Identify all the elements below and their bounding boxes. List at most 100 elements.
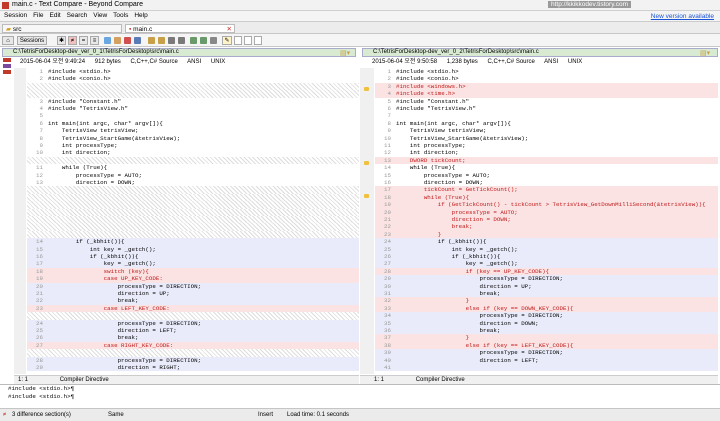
code-line[interactable] [27, 90, 359, 98]
right-lang[interactable]: C,C++,C# Source [487, 59, 534, 65]
code-line[interactable]: 34 processType = DIRECTION; [375, 312, 718, 320]
code-line[interactable]: 16 direction = DOWN; [375, 179, 718, 186]
diff-arrow-icon[interactable] [364, 87, 369, 91]
code-line[interactable]: 10 int direction; [27, 149, 359, 156]
code-line[interactable]: 13 DWORD tickCount; [375, 156, 718, 165]
find-next-icon[interactable] [178, 37, 185, 44]
code-line[interactable]: 18 switch (key){ [27, 267, 359, 276]
code-line[interactable]: 15 processType = AUTO; [375, 172, 718, 179]
reload-icon[interactable] [210, 37, 217, 44]
code-line[interactable] [27, 82, 359, 91]
code-line[interactable]: 12 int direction; [375, 149, 718, 156]
code-line[interactable]: 24 if (_kbhit()){ [375, 238, 718, 246]
context-button[interactable]: ≡ [90, 36, 99, 45]
whitespace-button[interactable] [234, 36, 242, 45]
tab-main-c[interactable]: ▪ main.c ✕ [125, 24, 235, 33]
code-line[interactable]: 18 while (True){ [375, 193, 718, 202]
code-line[interactable]: 6 #include "TetrisView.h" [375, 105, 718, 112]
menu-view[interactable]: View [93, 12, 107, 19]
edit-toggle-button[interactable]: ✎ [222, 36, 232, 45]
code-line[interactable]: 22 break; [375, 223, 718, 231]
code-line[interactable]: 1 #include <stdio.h> [27, 68, 359, 75]
code-line[interactable]: 9 TetrisView tetrisView; [375, 127, 718, 134]
code-line[interactable]: 12 processType = AUTO; [27, 172, 359, 179]
code-line[interactable]: 13 direction = DOWN; [27, 179, 359, 186]
code-line[interactable] [27, 230, 359, 239]
format-icon[interactable] [114, 37, 121, 44]
menu-file[interactable]: File [33, 12, 43, 19]
code-line[interactable]: 25 direction = LEFT; [27, 327, 359, 335]
code-line[interactable]: 17 key = _getch(); [27, 260, 359, 268]
code-line[interactable]: 37 } [375, 334, 718, 342]
tab-src[interactable]: ▰ src [2, 24, 122, 33]
code-line[interactable]: 40 direction = LEFT; [375, 356, 718, 364]
right-path-bar[interactable]: C:\TetrisForDesktop-dev_ver_0_2\TetrisFo… [362, 48, 718, 57]
swap-sides-icon[interactable] [200, 37, 207, 44]
left-folder-icon[interactable]: ▤▾ [340, 49, 350, 57]
right-eol[interactable]: UNIX [568, 59, 582, 65]
code-line[interactable]: 5 [27, 112, 359, 119]
menu-edit[interactable]: Edit [50, 12, 61, 19]
code-line[interactable]: 8 TetrisView_StartGame(&tetrisView); [27, 135, 359, 142]
code-line[interactable]: 14 while (True){ [375, 164, 718, 171]
code-line[interactable]: 21 direction = UP; [27, 290, 359, 298]
swap-icon[interactable] [190, 37, 197, 44]
code-line[interactable]: 10 TetrisView_StartGame(&tetrisView); [375, 135, 718, 142]
code-line[interactable]: 23 case LEFT_KEY_CODE: [27, 304, 359, 313]
code-line[interactable]: 31 break; [375, 290, 718, 298]
code-line[interactable] [27, 223, 359, 231]
code-line[interactable]: 24 processType = DIRECTION; [27, 319, 359, 327]
code-line[interactable]: 39 processType = DIRECTION; [375, 349, 718, 357]
code-line[interactable]: 28 processType = DIRECTION; [27, 356, 359, 364]
save-icon[interactable] [134, 37, 141, 44]
same-filter-button[interactable]: = [79, 36, 88, 45]
code-line[interactable]: 30 direction = UP; [375, 282, 718, 290]
right-text-pane[interactable]: 1 #include <stdio.h> 2 #include <conio.h> 3 #… [375, 68, 718, 374]
code-line[interactable]: 17 tickCount = GetTickCount(); [375, 186, 718, 194]
close-icon[interactable]: ✕ [227, 25, 232, 34]
code-line[interactable]: 41 [375, 364, 718, 372]
code-line[interactable] [27, 312, 359, 320]
menu-help[interactable]: Help [134, 12, 147, 19]
code-line[interactable]: 32 } [375, 297, 718, 305]
code-line[interactable]: 26 if (_kbhit()){ [375, 253, 718, 261]
code-line[interactable]: 33 else if (key == DOWN_KEY_CODE){ [375, 304, 718, 313]
code-line[interactable] [27, 156, 359, 165]
next-diff-icon[interactable] [158, 37, 165, 44]
code-line[interactable]: 27 case RIGHT_KEY_CODE: [27, 341, 359, 350]
code-line[interactable]: 20 processType = DIRECTION; [27, 282, 359, 290]
code-line[interactable]: 14 if (_kbhit()){ [27, 238, 359, 246]
code-line[interactable] [27, 201, 359, 209]
binoculars-icon[interactable] [168, 37, 175, 44]
overview-thumbnail[interactable] [3, 58, 11, 78]
line-details-pane[interactable]: #include <stdio.h>¶ #include <stdio.h>¶ [0, 384, 720, 409]
code-line[interactable]: 6 int main(int argc, char* argv[]){ [27, 120, 359, 127]
menu-tools[interactable]: Tools [113, 12, 128, 19]
code-line[interactable]: 21 direction = DOWN; [375, 216, 718, 224]
code-line[interactable]: 29 processType = DIRECTION; [375, 275, 718, 283]
code-line[interactable]: 4 #include "TetrisView.h" [27, 105, 359, 112]
code-line[interactable]: 20 processType = AUTO; [375, 208, 718, 216]
code-line[interactable]: 36 break; [375, 327, 718, 335]
sessions-button[interactable]: Sessions [17, 36, 47, 45]
code-line[interactable]: 19 case UP_KEY_CODE: [27, 275, 359, 283]
code-line[interactable]: 25 int key = _getch(); [375, 245, 718, 253]
code-line[interactable]: 19 if (GetTickCount() - tickCount > Tetr… [375, 201, 718, 209]
diff-arrow-icon[interactable] [364, 161, 369, 165]
code-line[interactable]: 5 #include "Constant.h" [375, 98, 718, 105]
code-line[interactable]: 3 #include <windows.h> [375, 82, 718, 91]
menu-search[interactable]: Search [67, 12, 88, 19]
wrap-button[interactable] [244, 36, 252, 45]
all-filter-button[interactable]: ✱ [57, 36, 66, 45]
code-line[interactable] [27, 349, 359, 357]
code-line[interactable] [27, 216, 359, 224]
code-line[interactable]: 28 if (key == UP_KEY_CODE){ [375, 267, 718, 276]
code-line[interactable]: 7 [375, 112, 718, 119]
code-line[interactable]: 4 #include <time.h> [375, 90, 718, 98]
code-line[interactable] [27, 208, 359, 216]
code-line[interactable]: 26 break; [27, 334, 359, 342]
code-line[interactable]: 23 } [375, 230, 718, 239]
code-line[interactable]: 38 else if (key == LEFT_KEY_CODE){ [375, 341, 718, 350]
home-button[interactable]: ⌂ [2, 36, 14, 45]
new-version-link[interactable]: New version available [651, 13, 714, 20]
